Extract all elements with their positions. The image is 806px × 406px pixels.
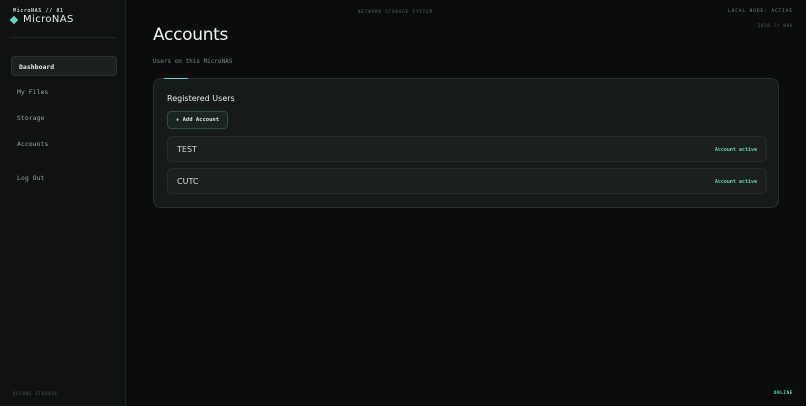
- user-name: CUTC: [177, 177, 199, 186]
- sidebar-item-dashboard[interactable]: Dashboard: [11, 56, 117, 76]
- registered-users-card: Registered Users + Add Account TEST Acco…: [153, 78, 779, 208]
- sidebar-nav: Dashboard My Files Storage Accounts Log …: [11, 56, 117, 194]
- page-title: Accounts: [153, 25, 229, 45]
- sidebar-footer: SECURE STORAGE: [13, 391, 58, 396]
- system-label: NETWORK STORAGE SYSTEM: [358, 9, 433, 14]
- node-version: 2026 // NAS: [757, 23, 793, 28]
- brand[interactable]: MicroNAS: [9, 14, 74, 25]
- online-status: ONLINE: [773, 391, 793, 396]
- sidebar-item-log-out[interactable]: Log Out: [11, 168, 117, 188]
- page-subtitle: Users on this MicroNAS: [153, 58, 233, 65]
- sidebar: MicroNAS // 01 MicroNAS Dashboard My Fil…: [0, 0, 126, 406]
- sidebar-item-my-files[interactable]: My Files: [11, 82, 117, 102]
- diamond-logo-icon: [9, 15, 19, 24]
- user-name: TEST: [177, 145, 197, 154]
- list-item[interactable]: TEST Account active: [167, 136, 767, 162]
- sidebar-item-storage[interactable]: Storage: [11, 108, 117, 128]
- brand-name: MicroNAS: [23, 14, 74, 25]
- sidebar-item-accounts[interactable]: Accounts: [11, 134, 117, 154]
- brand-divider: [10, 37, 116, 38]
- add-account-button[interactable]: + Add Account: [167, 111, 228, 129]
- card-accent-line: [164, 78, 188, 79]
- status-badge: Account active: [714, 179, 757, 185]
- card-title: Registered Users: [167, 94, 235, 103]
- list-item[interactable]: CUTC Account active: [167, 168, 767, 194]
- user-list: TEST Account active CUTC Account active: [167, 136, 767, 200]
- status-badge: Account active: [714, 147, 757, 153]
- node-status: LOCAL NODE: ACTIVE: [728, 9, 793, 14]
